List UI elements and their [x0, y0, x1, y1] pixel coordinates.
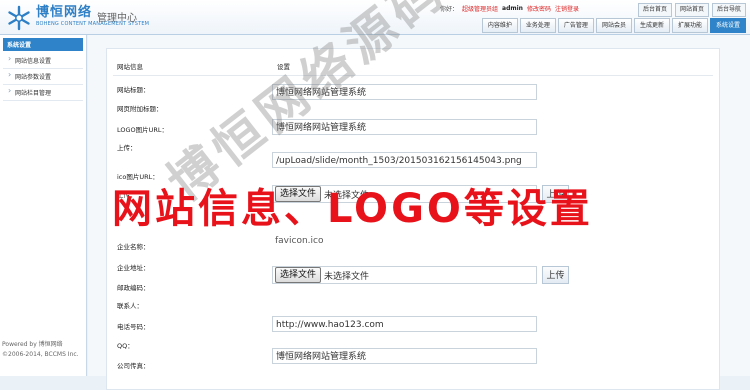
- sidebar: 系统设置 网站信息设置 网站参数设置 网站栏目管理 Powered by 博恒网…: [0, 35, 87, 376]
- tab-generate[interactable]: 生成更新: [633, 18, 670, 33]
- sidebar-item-site-columns[interactable]: 网站栏目管理: [3, 85, 83, 101]
- edit-password-link[interactable]: 修改密码: [527, 4, 551, 13]
- column-header-settings: 设置: [277, 63, 290, 71]
- postcode-label: 邮政编码：: [117, 284, 150, 292]
- sidebar-footer: Powered by 博恒网络 ©2006-2014, BCCMS Inc.: [2, 340, 79, 360]
- admin-home-button[interactable]: 后台首页: [637, 3, 672, 17]
- header-divider: [113, 75, 713, 76]
- company-name-label: 企业名称：: [117, 243, 150, 251]
- address-file-input[interactable]: 选择文件 未选择文件: [272, 266, 537, 284]
- logo-url-field[interactable]: 博恒网络网站管理系统: [272, 119, 537, 135]
- top-header: 博恒网络 BOHENG CONTENT MANAGEMENT SYSTEM 管理…: [0, 0, 750, 35]
- ico-value[interactable]: favicon.ico: [272, 233, 537, 249]
- sidebar-title: 系统设置: [3, 38, 83, 51]
- main-nav-tabs: 内容维护 业务处理 广告管理 网站会员 生成更新 扩展功能 系统设置: [481, 18, 746, 33]
- user-role: 超级管理员组: [462, 6, 499, 13]
- top-buttons: 后台首页 网站首页 后台导航: [637, 3, 746, 17]
- fax-label: 公司传真：: [117, 362, 150, 370]
- no-file-text-2: 未选择文件: [324, 271, 370, 282]
- extra-title-label: 网页附加标题：: [117, 105, 163, 113]
- site-title-field[interactable]: 博恒网络网站管理系统: [272, 84, 537, 100]
- sidebar-item-site-params[interactable]: 网站参数设置: [3, 69, 83, 85]
- logo-url-label: LOGO图片URL：: [117, 126, 169, 134]
- username: admin: [502, 5, 523, 12]
- contact-label: 联系人：: [117, 302, 143, 310]
- overlay-banner: 网站信息、LOGO等设置: [112, 186, 593, 232]
- ico-url-label: ico图片URL：: [117, 173, 159, 181]
- column-header-info: 网站信息: [117, 63, 143, 71]
- choose-file-button-2[interactable]: 选择文件: [275, 267, 322, 283]
- admin-nav-button[interactable]: 后台导航: [711, 3, 746, 17]
- management-center-title: 管理中心: [97, 13, 137, 24]
- address-upload-button[interactable]: 上传: [542, 266, 569, 284]
- qq-label: QQ：: [117, 342, 134, 350]
- tab-extensions[interactable]: 扩展功能: [671, 18, 708, 33]
- site-title-label: 网站标题：: [117, 86, 150, 94]
- tab-content[interactable]: 内容维护: [481, 18, 518, 33]
- greeting: 你好：: [440, 6, 459, 13]
- company-address-label: 企业地址：: [117, 264, 150, 272]
- sidebar-item-site-info[interactable]: 网站信息设置: [3, 53, 83, 69]
- logo-snowflake-icon: [6, 5, 32, 31]
- site-home-button[interactable]: 网站首页: [674, 3, 709, 17]
- qq-field[interactable]: 博恒网络网站管理系统: [272, 348, 537, 364]
- tab-system-settings[interactable]: 系统设置: [709, 18, 746, 33]
- phone-field[interactable]: http://www.hao123.com: [272, 316, 537, 332]
- user-bar: 你好： 超级管理员组 admin 修改密码 注销登录: [440, 4, 579, 13]
- powered-by: Powered by 博恒网络: [2, 341, 63, 348]
- logo-path-field[interactable]: /upLoad/slide/month_1503/201503162156145…: [272, 152, 537, 168]
- tab-business[interactable]: 业务处理: [519, 18, 556, 33]
- tab-ads[interactable]: 广告管理: [557, 18, 594, 33]
- logout-link[interactable]: 注销登录: [555, 4, 579, 13]
- logo-upload-label: 上传：: [117, 144, 137, 152]
- copyright: ©2006-2014, BCCMS Inc.: [2, 351, 79, 358]
- tab-members[interactable]: 网站会员: [595, 18, 632, 33]
- phone-label: 电话号码：: [117, 323, 150, 331]
